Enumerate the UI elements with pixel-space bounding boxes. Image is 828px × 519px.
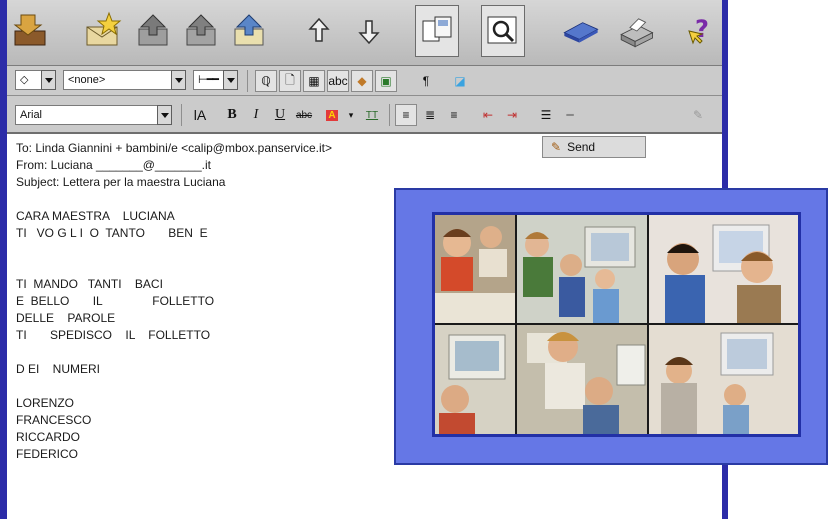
reply-all-icon (186, 14, 216, 46)
strikethrough-button[interactable]: abc (293, 104, 315, 126)
forward-button[interactable] (227, 5, 271, 57)
text-color-dropdown-button[interactable]: ▾ (345, 104, 357, 126)
document-icon: 🗋 (285, 72, 295, 87)
new-message-button[interactable] (81, 5, 125, 57)
font-select-value: Arial (20, 109, 43, 121)
spell-check-button[interactable]: abc (327, 70, 349, 92)
photo-frame (394, 188, 828, 465)
italic-button[interactable]: I (245, 104, 267, 126)
help-icon: ? (688, 15, 709, 45)
typewriter-font-button[interactable]: TT (361, 104, 383, 126)
previous-message-icon (308, 17, 330, 42)
toolbar-separator (389, 104, 390, 126)
show-paragraph-marks-button[interactable]: ¶ (415, 70, 437, 92)
search-replace-button[interactable]: ℚ (255, 70, 277, 92)
outdent-button[interactable]: ⇤ (477, 104, 499, 126)
spell-check-icon: abc (328, 74, 348, 88)
rule-select[interactable]: ⊢━━ (193, 70, 223, 90)
find-icon: ℚ (261, 74, 271, 88)
send-receive-icon (13, 14, 46, 46)
insert-image-button[interactable]: ◪ (449, 70, 471, 92)
next-message-icon (358, 20, 380, 45)
list-icon: ☰ (540, 108, 552, 122)
calculator-button[interactable]: ▦ (303, 70, 325, 92)
strikethrough-icon: abc (295, 109, 313, 121)
eraser-button[interactable]: ◆ (351, 70, 373, 92)
style-select[interactable]: <none> (63, 70, 171, 90)
outdent-icon: ⇤ (482, 108, 494, 122)
reply-icon (138, 14, 168, 46)
classroom-photo-collage (432, 212, 801, 437)
spell-tool-button[interactable]: ✎ (687, 104, 709, 126)
align-right-button[interactable]: ≡ (443, 104, 465, 126)
align-right-icon: ≡ (450, 108, 458, 122)
search-icon (487, 16, 517, 44)
previous-message-button[interactable] (297, 5, 341, 57)
toolbar-separator (247, 70, 248, 92)
indent-icon: ⇥ (506, 108, 518, 122)
image-icon: ◪ (454, 74, 466, 88)
toolbar-separator (181, 104, 182, 126)
bold-button[interactable]: B (221, 104, 243, 126)
style-select-value: <none> (68, 74, 106, 86)
paragraph-style-dropdown-button[interactable] (41, 70, 56, 90)
address-book-icon (563, 22, 599, 43)
bulleted-list-button[interactable]: ☰ (535, 104, 557, 126)
align-left-icon: ≡ (402, 108, 410, 122)
font-dropdown-button[interactable] (157, 105, 172, 125)
italic-label: I (253, 107, 259, 122)
print-icon (620, 18, 654, 48)
insert-file-button[interactable]: 🗋 (279, 70, 301, 92)
rule-icon: ━ (566, 108, 574, 122)
pilcrow-icon: ¶ (422, 74, 430, 88)
text-color-button[interactable]: A (319, 104, 345, 126)
dropdown-arrow-icon: ▾ (348, 109, 354, 120)
eraser-icon: ◆ (357, 74, 367, 88)
font-select[interactable]: Arial (15, 105, 157, 125)
copy-message-icon (422, 16, 452, 42)
text-color-icon: A (326, 109, 338, 121)
window-border-left (0, 0, 7, 519)
format-toolbar: ◇ <none> ⊢━━ ℚ 🗋 ▦ abc ◆ ▣ ¶ ◪ ✎ Send (7, 66, 722, 158)
clipboard-icon: ▣ (380, 74, 392, 88)
next-message-button[interactable] (347, 5, 391, 57)
new-message-icon (86, 11, 122, 46)
search-button[interactable] (481, 5, 525, 57)
children-at-computers-image (435, 215, 798, 434)
from-header: From: Luciana _______@_______.it (16, 158, 211, 172)
reply-button[interactable] (131, 5, 175, 57)
copy-message-button[interactable] (415, 5, 459, 57)
underline-button[interactable]: U (269, 104, 291, 126)
paste-button[interactable]: ▣ (375, 70, 397, 92)
forward-icon (234, 14, 264, 46)
help-button[interactable]: ? (679, 5, 723, 57)
bold-label: B (227, 107, 237, 122)
bullet-icon: ◇ (20, 74, 29, 86)
underline-label: U (274, 107, 286, 122)
indent-button[interactable]: ⇥ (501, 104, 523, 126)
address-book-button[interactable] (555, 5, 607, 57)
send-receive-button[interactable] (9, 5, 53, 57)
style-dropdown-button[interactable] (171, 70, 186, 90)
rule-dropdown-button[interactable] (223, 70, 238, 90)
align-center-icon: ≣ (424, 108, 436, 122)
calculator-icon: ▦ (308, 74, 320, 88)
paragraph-style-select[interactable]: ◇ (15, 70, 41, 90)
font-size-button[interactable]: lA (189, 104, 211, 126)
align-center-button[interactable]: ≣ (419, 104, 441, 126)
font-toolbar: Arial lA B I U abc A ▾ TT ≡ ≣ ≡ ⇤ ⇥ ☰ ━ … (7, 96, 722, 134)
print-button[interactable] (611, 5, 661, 57)
spell-tool-icon: ✎ (692, 108, 704, 122)
insert-rule-button[interactable]: ━ (559, 104, 581, 126)
align-left-button[interactable]: ≡ (395, 104, 417, 126)
teletype-icon: TT (365, 109, 379, 121)
horizontal-rule-icon: ⊢━━ (198, 74, 219, 86)
font-size-icon: lA (193, 107, 207, 123)
main-toolbar: ? (7, 0, 722, 66)
reply-all-button[interactable] (179, 5, 223, 57)
to-header: To: Linda Giannini + bambini/e <calip@mb… (16, 141, 333, 155)
